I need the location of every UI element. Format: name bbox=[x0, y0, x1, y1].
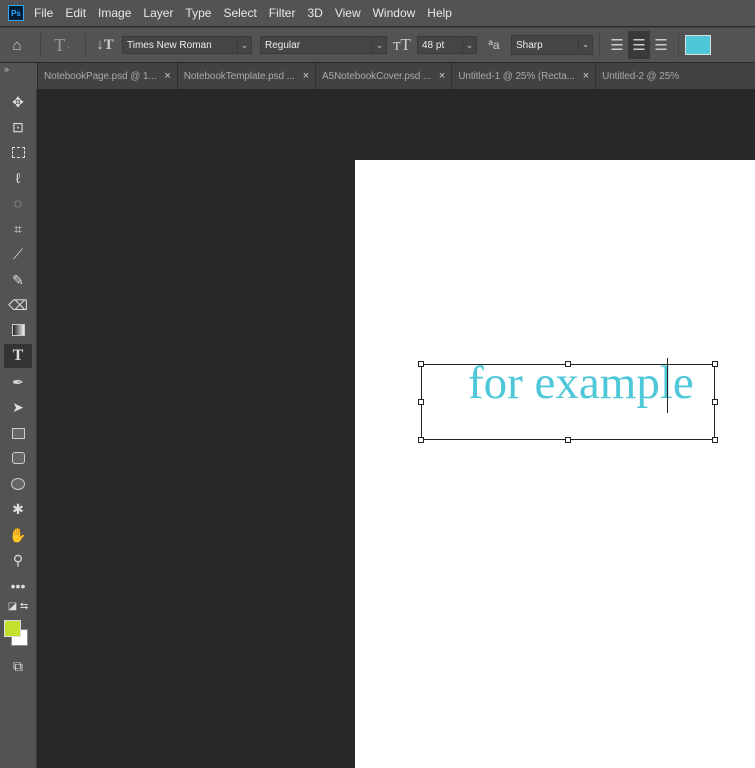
text-color-swatch[interactable] bbox=[685, 35, 711, 55]
rounded-rectangle-tool-icon[interactable] bbox=[4, 446, 32, 470]
type-tool-preset-icon[interactable]: T ⌄ bbox=[47, 35, 79, 56]
resize-handle[interactable] bbox=[565, 437, 571, 443]
quick-selection-tool-icon[interactable]: ◌ bbox=[4, 191, 32, 215]
tools-panel: ✥ ⊡ ℓ ◌ ⌗ ⟋ ✎ ⌫ T ✒ ➤ ✱ ✋ ⚲ ••• ◪ ⇆ ⧉ bbox=[0, 89, 37, 768]
ellipse-tool-icon[interactable] bbox=[4, 472, 32, 496]
font-style-select[interactable]: Regular ⌄ bbox=[260, 36, 387, 54]
swap-colors-icon[interactable]: ◪ ⇆ bbox=[4, 598, 32, 614]
menu-window[interactable]: Window bbox=[373, 6, 416, 20]
photoshop-logo: Ps bbox=[8, 5, 24, 21]
font-size-select[interactable]: 48 pt ⌄ bbox=[417, 36, 477, 54]
menu-3d[interactable]: 3D bbox=[307, 6, 322, 20]
screen-mode-icon[interactable]: ⧉ bbox=[4, 654, 32, 678]
tab-notebook-page[interactable]: NotebookPage.psd @ 1... × bbox=[38, 63, 178, 89]
antialias-icon: ªa bbox=[488, 38, 500, 52]
lasso-tool-icon[interactable]: ℓ bbox=[4, 166, 32, 190]
document-tabs: NotebookPage.psd @ 1... × NotebookTemplat… bbox=[38, 63, 755, 89]
menu-filter[interactable]: Filter bbox=[269, 6, 296, 20]
tab-label: NotebookTemplate.psd ... bbox=[183, 70, 295, 82]
toolbar-collapse-button[interactable]: » bbox=[0, 63, 37, 89]
align-left-icon[interactable]: ☰ bbox=[606, 36, 628, 54]
menu-bar: Ps File Edit Image Layer Type Select Fil… bbox=[0, 0, 755, 26]
antialias-select[interactable]: Sharp ⌄ bbox=[511, 35, 593, 55]
chevron-down-icon: ⌄ bbox=[578, 36, 592, 52]
font-size-icon: ᴛT bbox=[393, 35, 411, 54]
artboard-tool-icon[interactable]: ⊡ bbox=[4, 115, 32, 139]
home-icon[interactable]: ⌂ bbox=[0, 37, 34, 54]
tab-label: A5NotebookCover.psd ... bbox=[322, 70, 431, 82]
eraser-tool-icon[interactable]: ⌫ bbox=[4, 293, 32, 317]
tab-a5-notebook-cover[interactable]: A5NotebookCover.psd ... × bbox=[316, 63, 453, 89]
antialias-value: Sharp bbox=[516, 39, 543, 51]
menu-layer[interactable]: Layer bbox=[143, 6, 173, 20]
resize-handle[interactable] bbox=[418, 399, 424, 405]
marquee-tool-icon[interactable] bbox=[4, 140, 32, 164]
close-icon[interactable]: × bbox=[303, 70, 309, 82]
chevron-down-icon: ⌄ bbox=[462, 37, 476, 53]
brush-tool-icon[interactable]: ✎ bbox=[4, 268, 32, 292]
menu-image[interactable]: Image bbox=[98, 6, 131, 20]
path-selection-tool-icon[interactable]: ➤ bbox=[4, 395, 32, 419]
chevron-down-icon: ⌄ bbox=[372, 37, 386, 53]
canvas-text-layer[interactable]: for example bbox=[468, 356, 694, 410]
menu-help[interactable]: Help bbox=[427, 6, 452, 20]
custom-shape-tool-icon[interactable]: ✱ bbox=[4, 497, 32, 521]
divider bbox=[85, 33, 86, 57]
tab-notebook-template[interactable]: NotebookTemplate.psd ... × bbox=[178, 63, 317, 89]
divider bbox=[599, 33, 600, 57]
pen-tool-icon[interactable]: ✒ bbox=[4, 370, 32, 394]
align-center-icon[interactable]: ☰ bbox=[628, 31, 650, 59]
divider bbox=[40, 33, 41, 57]
close-icon[interactable]: × bbox=[583, 70, 589, 82]
gradient-tool-icon[interactable] bbox=[4, 318, 32, 342]
close-icon[interactable]: × bbox=[164, 70, 170, 82]
more-tools-icon[interactable]: ••• bbox=[4, 574, 32, 598]
move-tool-icon[interactable]: ✥ bbox=[4, 90, 32, 114]
divider bbox=[678, 33, 679, 57]
font-style-value: Regular bbox=[265, 39, 301, 51]
resize-handle[interactable] bbox=[418, 361, 424, 367]
menu-type[interactable]: Type bbox=[185, 6, 211, 20]
close-icon[interactable]: × bbox=[439, 70, 445, 82]
tab-untitled-1[interactable]: Untitled-1 @ 25% (Recta... × bbox=[452, 63, 597, 89]
text-cursor bbox=[667, 358, 668, 413]
font-size-value: 48 pt bbox=[422, 39, 445, 51]
align-right-icon[interactable]: ☰ bbox=[650, 36, 672, 54]
resize-handle[interactable] bbox=[712, 361, 718, 367]
zoom-tool-icon[interactable]: ⚲ bbox=[4, 548, 32, 572]
foreground-color-swatch[interactable] bbox=[4, 620, 21, 637]
font-family-value: Times New Roman bbox=[127, 39, 212, 51]
document-canvas[interactable] bbox=[355, 160, 755, 768]
menu-select[interactable]: Select bbox=[223, 6, 256, 20]
rectangle-tool-icon[interactable] bbox=[4, 421, 32, 445]
crop-tool-icon[interactable]: ⌗ bbox=[4, 217, 32, 241]
menu-file[interactable]: File bbox=[34, 6, 53, 20]
chevron-down-icon: ⌄ bbox=[237, 37, 251, 53]
eyedropper-tool-icon[interactable]: ⟋ bbox=[4, 242, 32, 266]
tab-label: Untitled-2 @ 25% bbox=[602, 70, 679, 82]
menu-edit[interactable]: Edit bbox=[65, 6, 86, 20]
tab-untitled-2[interactable]: Untitled-2 @ 25% bbox=[596, 63, 685, 89]
tab-label: Untitled-1 @ 25% (Recta... bbox=[458, 70, 575, 82]
options-bar: ⌂ T ⌄ ↓T Times New Roman ⌄ Regular ⌄ ᴛT 48 … bbox=[0, 27, 755, 62]
menu-view[interactable]: View bbox=[335, 6, 361, 20]
toggle-orientation-icon[interactable]: ↓T bbox=[92, 37, 118, 54]
hand-tool-icon[interactable]: ✋ bbox=[4, 523, 32, 547]
resize-handle[interactable] bbox=[712, 399, 718, 405]
tab-label: NotebookPage.psd @ 1... bbox=[44, 70, 157, 82]
type-tool-icon[interactable]: T bbox=[4, 344, 32, 368]
resize-handle[interactable] bbox=[712, 437, 718, 443]
font-family-select[interactable]: Times New Roman ⌄ bbox=[122, 36, 252, 54]
resize-handle[interactable] bbox=[418, 437, 424, 443]
